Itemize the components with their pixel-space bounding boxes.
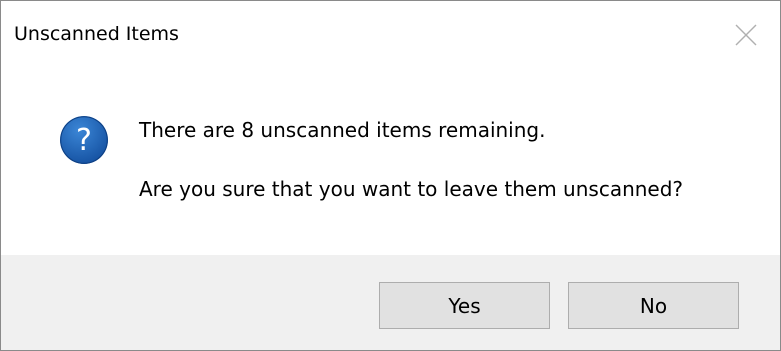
- button-bar: Yes No: [1, 255, 780, 350]
- yes-button[interactable]: Yes: [379, 282, 550, 329]
- svg-text:?: ?: [76, 123, 92, 158]
- title-bar[interactable]: Unscanned Items: [1, 1, 780, 71]
- close-icon: [735, 24, 757, 46]
- dialog-title: Unscanned Items: [14, 23, 179, 45]
- message-line-1: There are 8 unscanned items remaining.: [139, 118, 546, 142]
- question-icon: ?: [60, 116, 108, 164]
- dialog-content: ? There are 8 unscanned items remaining.…: [1, 71, 780, 255]
- confirm-dialog: Unscanned Items ? There are 8 unscanned …: [0, 0, 781, 351]
- no-button[interactable]: No: [568, 282, 739, 329]
- message-line-2: Are you sure that you want to leave them…: [139, 177, 684, 201]
- close-button[interactable]: [712, 1, 780, 69]
